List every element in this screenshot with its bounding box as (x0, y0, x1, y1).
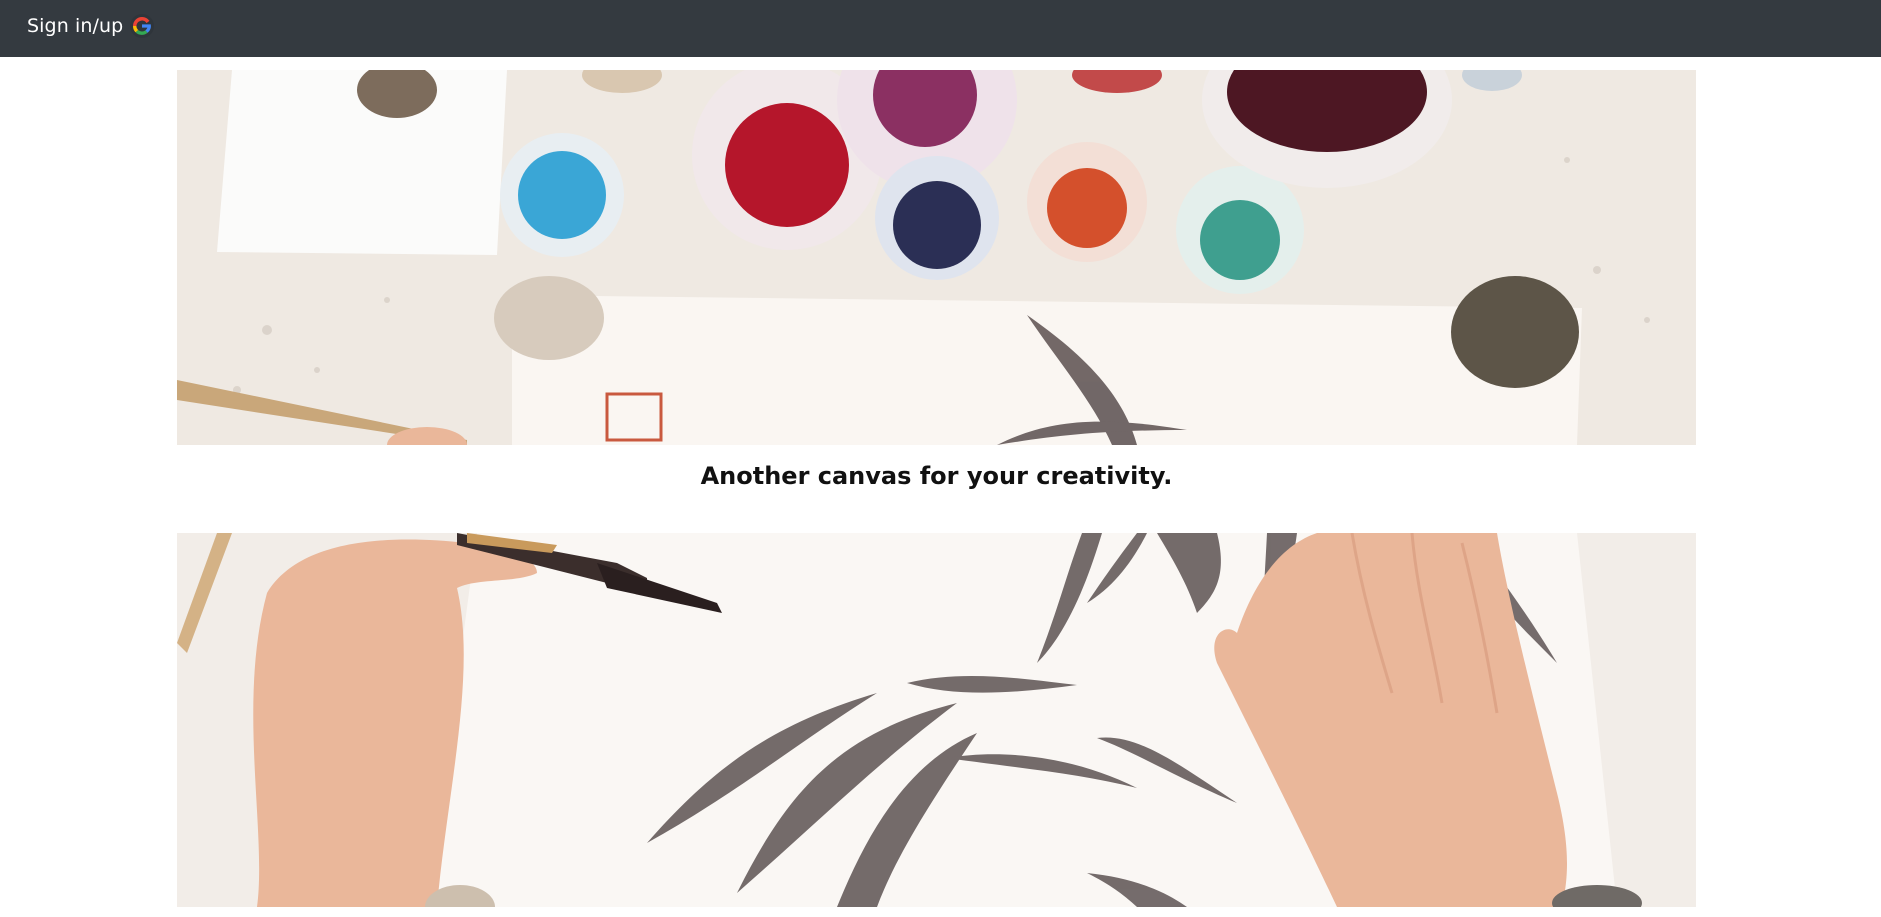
top-navbar: Sign in/up (0, 0, 1881, 57)
hero-image-paint-bowls (177, 70, 1696, 445)
hero-image-bamboo-painting (177, 533, 1696, 907)
sign-in-label: Sign in/up (27, 15, 124, 37)
tagline-text: Another canvas for your creativity. (700, 462, 1173, 490)
google-g-icon (129, 13, 155, 39)
sign-in-button[interactable]: Sign in/up (27, 11, 155, 41)
